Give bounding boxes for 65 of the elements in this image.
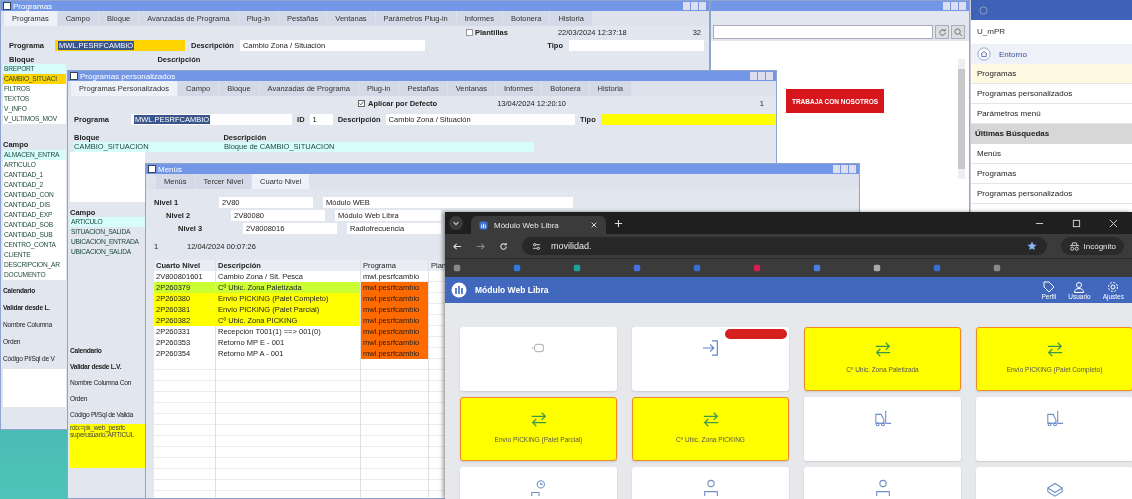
bookmark-icon[interactable] [873,264,881,272]
close-icon[interactable] [1109,218,1118,228]
checkbox[interactable] [358,100,365,107]
sidebar-item[interactable]: Programas [971,164,1132,184]
back-icon[interactable] [453,241,462,251]
app-title: Módulo Web Libra [475,285,549,295]
window-title: Menús [158,164,182,174]
bookmark-icon[interactable] [573,264,581,272]
bookmark-icon[interactable] [753,264,761,272]
sidebar-item[interactable]: Programas personalizados [971,184,1132,204]
user-name: U_mPR [976,26,1006,38]
tab-list-button[interactable] [449,216,463,230]
settings-icon [1107,280,1120,293]
search-icon [953,27,963,37]
user-icon [1073,280,1086,293]
window-title: Programas [13,1,53,11]
code-field[interactable] [3,369,66,407]
info-icon[interactable] [979,5,988,15]
menu-tile[interactable] [632,327,789,391]
bookmark-icon[interactable] [813,264,821,272]
forward-icon[interactable] [476,241,485,251]
bookmark-icon[interactable] [633,264,641,272]
refresh-icon [937,27,947,37]
incognito-badge[interactable]: Incógnito [1060,237,1124,255]
address-bar[interactable]: movilidad. [522,237,1047,255]
menu-tile[interactable] [804,397,961,461]
section-header: Últimas Búsquedas [971,124,1132,144]
window-controls-icon[interactable] [683,2,707,10]
bookmark-icon[interactable] [693,264,701,272]
logo-icon [451,282,467,298]
new-tab-icon[interactable] [614,218,623,228]
sidebar-item[interactable]: Programas [971,64,1132,84]
menu-tile[interactable] [976,397,1132,461]
window-title: Programas personalizados [80,71,176,81]
maximize-icon[interactable] [1072,218,1081,228]
bookmark-icon[interactable] [933,264,941,272]
tag-icon [1042,280,1055,293]
search-button[interactable] [951,25,965,39]
reload-icon[interactable] [499,241,508,251]
sidebar-item[interactable]: Programas personalizados [971,84,1132,104]
caret-icon [452,219,460,227]
search-field[interactable] [713,25,933,39]
check-icon [359,100,364,107]
browser-tab[interactable]: Módulo Web Libra [471,216,606,234]
window-controls-icon[interactable] [750,72,774,80]
home-icon [977,47,991,61]
bookmark-icon[interactable] [453,264,461,272]
refresh-button[interactable] [935,25,949,39]
bookmark-icon[interactable] [993,264,1001,272]
window-icon [70,72,78,80]
star-icon[interactable] [1026,241,1037,251]
window-controls-icon[interactable] [943,2,967,10]
menu-tile[interactable] [460,327,617,391]
incognito-icon [1068,241,1080,251]
window-icon [148,165,156,173]
window-icon [3,2,11,10]
checkbox[interactable] [466,29,473,36]
bookmark-icon[interactable] [513,264,521,272]
site-icon [479,220,488,230]
section-link[interactable]: Entorno [971,44,1132,64]
scrollbar[interactable] [958,59,965,179]
sidebar-item[interactable]: Menús [971,144,1132,164]
close-icon[interactable] [590,221,598,229]
site-settings-icon[interactable] [532,241,541,251]
window-controls-icon[interactable] [833,165,857,173]
